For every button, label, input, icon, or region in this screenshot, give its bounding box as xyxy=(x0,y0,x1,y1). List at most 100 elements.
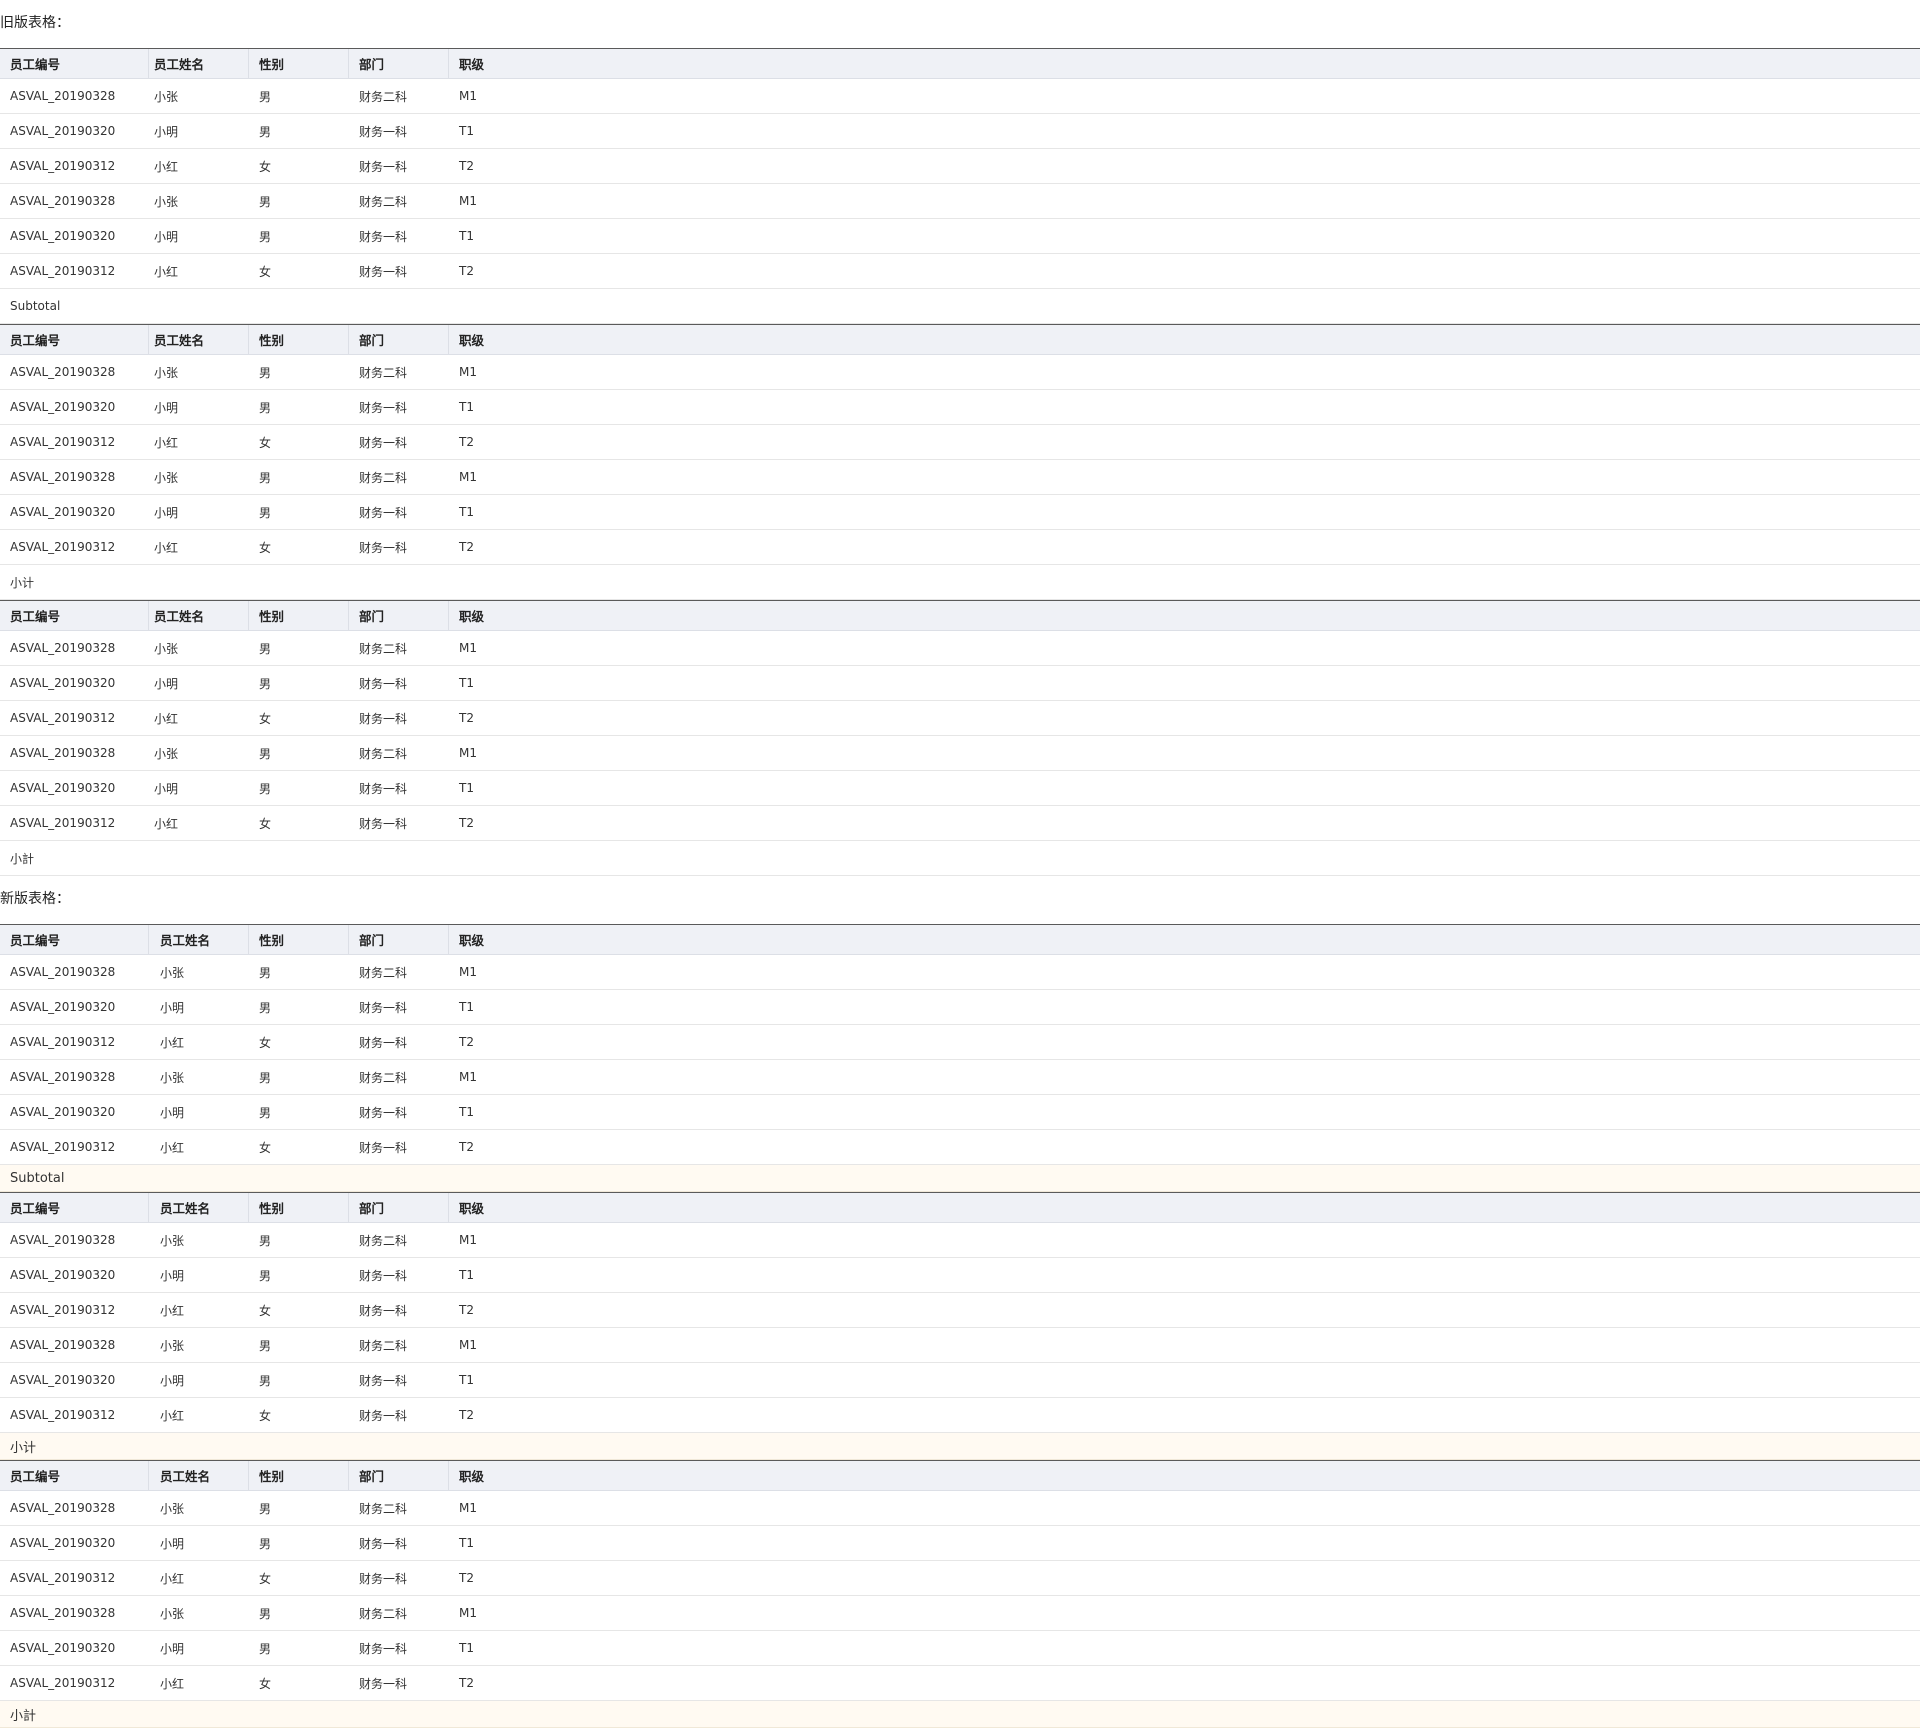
cell-employee-name: 小张 xyxy=(160,1501,185,1516)
header-gender[interactable]: 性别 xyxy=(249,49,349,78)
table-row: ASVAL_20190328 小张 男 财务二科 M1 xyxy=(0,1491,1920,1526)
table-row: ASVAL_20190312 小红 女 财务一科 T2 xyxy=(0,806,1920,841)
cell-gender: 男 xyxy=(259,1641,272,1656)
cell-employee-name: 小明 xyxy=(160,1105,185,1120)
table-header-row: 员工编号 员工姓名 性别 部门 职级 xyxy=(0,1192,1920,1223)
cell-employee-id: ASVAL_20190320 xyxy=(10,124,116,138)
table-row: ASVAL_20190328 小张 男 财务二科 M1 xyxy=(0,355,1920,390)
header-rank[interactable]: 职级 xyxy=(449,1193,1920,1222)
cell-department: 财务二科 xyxy=(359,1501,408,1516)
header-employee-name[interactable]: 员工姓名 xyxy=(149,1193,249,1222)
cell-department: 财务一科 xyxy=(359,1676,408,1691)
header-employee-id[interactable]: 员工编号 xyxy=(0,1193,149,1222)
cell-employee-id: ASVAL_20190312 xyxy=(10,1408,116,1422)
cell-gender: 女 xyxy=(259,816,272,831)
header-department[interactable]: 部门 xyxy=(349,325,449,354)
header-employee-id[interactable]: 员工编号 xyxy=(0,601,149,630)
header-department[interactable]: 部门 xyxy=(349,601,449,630)
cell-department: 财务二科 xyxy=(359,89,408,104)
cell-department: 财务一科 xyxy=(359,781,408,796)
cell-employee-id: ASVAL_20190328 xyxy=(10,1501,116,1515)
table-row: ASVAL_20190312 小红 女 财务一科 T2 xyxy=(0,425,1920,460)
cell-department: 财务一科 xyxy=(359,1571,408,1586)
cell-employee-name: 小红 xyxy=(160,1140,185,1155)
cell-department: 财务一科 xyxy=(359,1536,408,1551)
header-gender[interactable]: 性别 xyxy=(249,1461,349,1490)
cell-gender: 女 xyxy=(259,1408,272,1423)
header-gender[interactable]: 性别 xyxy=(249,325,349,354)
header-employee-name[interactable]: 员工姓名 xyxy=(149,49,249,78)
cell-employee-name: 小张 xyxy=(154,194,179,209)
cell-employee-name: 小明 xyxy=(160,1641,185,1656)
cell-employee-name: 小红 xyxy=(160,1571,185,1586)
cell-gender: 女 xyxy=(259,159,272,174)
table-row: ASVAL_20190328 小张 男 财务二科 M1 xyxy=(0,184,1920,219)
cell-rank: T1 xyxy=(459,1105,474,1119)
table-row: ASVAL_20190328 小张 男 财务二科 M1 xyxy=(0,955,1920,990)
header-department[interactable]: 部门 xyxy=(349,49,449,78)
cell-employee-name: 小明 xyxy=(154,229,179,244)
table-row: ASVAL_20190312 小红 女 财务一科 T2 xyxy=(0,254,1920,289)
cell-rank: M1 xyxy=(459,965,477,979)
header-department[interactable]: 部门 xyxy=(349,1193,449,1222)
cell-rank: T2 xyxy=(459,540,474,554)
cell-employee-name: 小明 xyxy=(154,505,179,520)
table-row: ASVAL_20190328 小张 男 财务二科 M1 xyxy=(0,1223,1920,1258)
cell-gender: 男 xyxy=(259,746,272,761)
cell-rank: M1 xyxy=(459,194,477,208)
cell-rank: T2 xyxy=(459,1303,474,1317)
cell-employee-name: 小张 xyxy=(154,365,179,380)
header-rank[interactable]: 职级 xyxy=(449,325,1920,354)
cell-department: 财务一科 xyxy=(359,711,408,726)
header-rank[interactable]: 职级 xyxy=(449,925,1920,954)
subtotal-row: Subtotal xyxy=(0,289,1920,324)
header-rank[interactable]: 职级 xyxy=(449,601,1920,630)
cell-gender: 男 xyxy=(259,505,272,520)
cell-department: 财务二科 xyxy=(359,1606,408,1621)
cell-rank: T1 xyxy=(459,124,474,138)
header-gender[interactable]: 性别 xyxy=(249,925,349,954)
header-department[interactable]: 部门 xyxy=(349,925,449,954)
cell-rank: T2 xyxy=(459,1571,474,1585)
header-rank[interactable]: 职级 xyxy=(449,1461,1920,1490)
subtotal-row: 小计 xyxy=(0,565,1920,600)
cell-gender: 男 xyxy=(259,781,272,796)
cell-employee-name: 小红 xyxy=(160,1035,185,1050)
cell-rank: M1 xyxy=(459,1233,477,1247)
header-employee-id[interactable]: 员工编号 xyxy=(0,1461,149,1490)
table-row: ASVAL_20190320 小明 男 财务一科 T1 xyxy=(0,990,1920,1025)
cell-gender: 女 xyxy=(259,435,272,450)
cell-gender: 男 xyxy=(259,194,272,209)
cell-employee-id: ASVAL_20190320 xyxy=(10,400,116,414)
header-gender[interactable]: 性别 xyxy=(249,1193,349,1222)
cell-department: 财务一科 xyxy=(359,1268,408,1283)
table-header-row: 员工编号 员工姓名 性别 部门 职级 xyxy=(0,48,1920,79)
header-employee-id[interactable]: 员工编号 xyxy=(0,49,149,78)
cell-department: 财务二科 xyxy=(359,1338,408,1353)
table-row: ASVAL_20190312 小红 女 财务一科 T2 xyxy=(0,1666,1920,1701)
cell-rank: T1 xyxy=(459,676,474,690)
header-employee-name[interactable]: 员工姓名 xyxy=(149,925,249,954)
table-row: ASVAL_20190320 小明 男 财务一科 T1 xyxy=(0,390,1920,425)
cell-rank: M1 xyxy=(459,1501,477,1515)
header-employee-id[interactable]: 员工编号 xyxy=(0,925,149,954)
cell-employee-name: 小张 xyxy=(154,470,179,485)
data-table: 员工编号 员工姓名 性别 部门 职级 ASVAL_20190328 小张男财务二科 M1 ASV… xyxy=(0,48,1920,324)
table-row: ASVAL_20190312 小红 女 财务一科 T2 xyxy=(0,1561,1920,1596)
header-employee-name[interactable]: 员工姓名 xyxy=(149,325,249,354)
header-department[interactable]: 部门 xyxy=(349,1461,449,1490)
table-row: ASVAL_20190312 小红 女 财务一科 T2 xyxy=(0,1025,1920,1060)
cell-employee-id: ASVAL_20190312 xyxy=(10,1571,116,1585)
header-employee-name[interactable]: 员工姓名 xyxy=(149,601,249,630)
cell-gender: 男 xyxy=(259,470,272,485)
table-row: ASVAL_20190328 小张 男 财务二科 M1 xyxy=(0,79,1920,114)
cell-department: 财务一科 xyxy=(359,1373,408,1388)
header-employee-name[interactable]: 员工姓名 xyxy=(149,1461,249,1490)
cell-employee-name: 小明 xyxy=(160,1373,185,1388)
cell-gender: 男 xyxy=(259,89,272,104)
header-rank[interactable]: 职级 xyxy=(449,49,1920,78)
header-employee-id[interactable]: 员工编号 xyxy=(0,325,149,354)
subtotal-row: 小計 xyxy=(0,1701,1920,1728)
header-gender[interactable]: 性别 xyxy=(249,601,349,630)
cell-department: 财务一科 xyxy=(359,400,408,415)
